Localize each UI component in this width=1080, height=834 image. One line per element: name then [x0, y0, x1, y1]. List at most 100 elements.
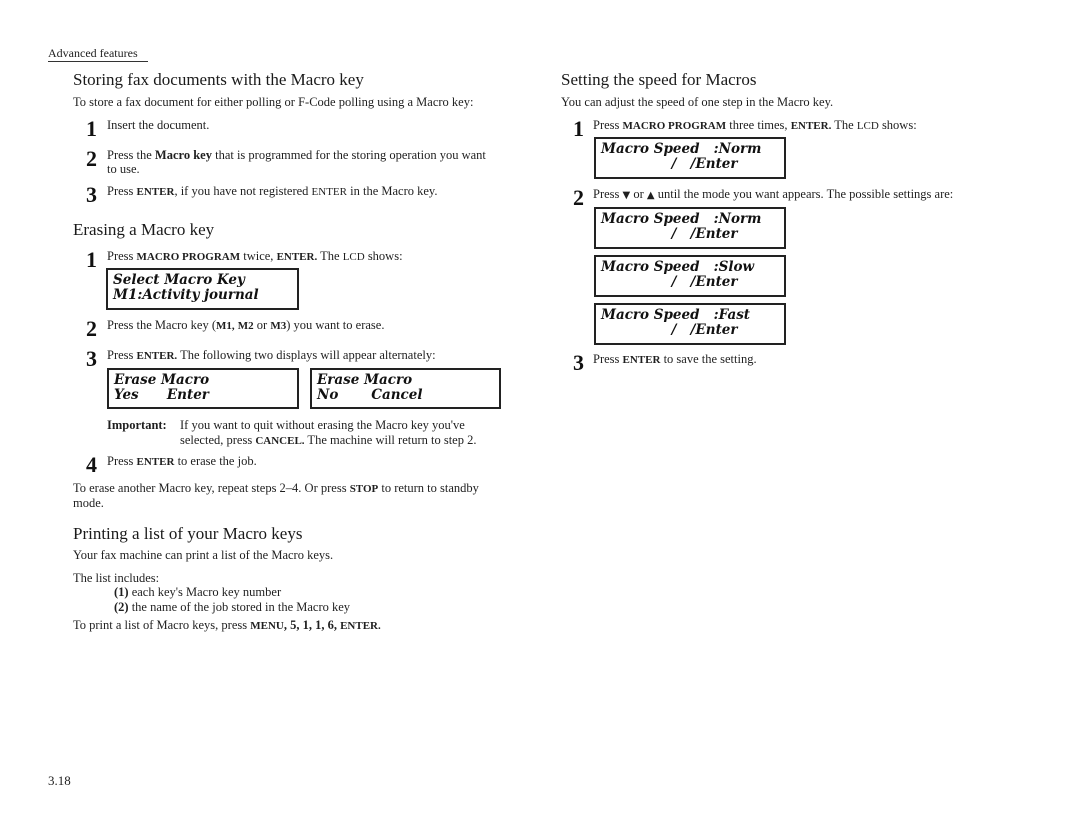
key-menu: MENU: [250, 620, 284, 632]
step-number: 4: [86, 452, 97, 477]
storing-intro: To store a fax document for either polli…: [73, 95, 474, 109]
text: Press: [593, 118, 623, 132]
key-m3: M3: [270, 320, 287, 332]
lcd-line-1: Macro Speed :Slow: [601, 259, 755, 275]
key-macro-program: MACRO PROGRAM: [622, 120, 727, 132]
lcd-line-2: / /Enter: [601, 156, 738, 172]
key-sequence: , 5, 1, 1, 6,: [283, 618, 341, 632]
text: three times,: [726, 118, 791, 132]
erasing-step-4: Press ENTER to erase the job.: [107, 454, 257, 470]
speed-step-3: Press ENTER to save the setting.: [593, 352, 757, 368]
erasing-step-3: Press ENTER. The following two displays …: [107, 348, 436, 364]
step-number: 3: [573, 350, 584, 375]
section-title-erasing: Erasing a Macro key: [73, 220, 215, 239]
text: to return to standby: [378, 481, 479, 495]
storing-step-1: Insert the document.: [107, 118, 210, 132]
text: to erase the job.: [174, 454, 257, 468]
lcd-display-select-macro: Select Macro Key M1:Activity journal: [106, 268, 299, 310]
lcd-line-1: Macro Speed :Norm: [601, 211, 762, 227]
lcd-line-1: Macro Speed :Norm: [601, 141, 762, 157]
step-number: 1: [86, 116, 97, 141]
text: The following two displays will appear a…: [177, 348, 436, 362]
text: or: [630, 187, 647, 201]
list-number: (2): [114, 600, 129, 614]
up-arrow-icon: ▲: [646, 190, 655, 201]
lcd-line-1: Erase Macro: [317, 372, 413, 388]
speed-step-1: Press MACRO PROGRAM three times, ENTER. …: [593, 118, 917, 134]
text: To erase another Macro key, repeat steps…: [73, 481, 350, 495]
important-text-1: If you want to quit without erasing the …: [180, 418, 465, 432]
text: the name of the job stored in the Macro …: [128, 600, 351, 614]
section-title-printing: Printing a list of your Macro keys: [73, 524, 303, 543]
lcd-line-2: / /Enter: [601, 274, 738, 290]
text: Press: [107, 249, 137, 263]
key-macro-program: MACRO PROGRAM: [136, 251, 241, 263]
text: until the mode you want appears. The pos…: [654, 187, 954, 201]
speed-intro: You can adjust the speed of one step in …: [561, 95, 834, 109]
text: The: [317, 249, 343, 263]
speed-step-2: Press ▼ or ▲ until the mode you want app…: [593, 187, 953, 203]
key-stop: STOP: [349, 483, 379, 495]
lcd-line-1: Macro Speed :Fast: [601, 307, 751, 323]
section-title-storing: Storing fax documents with the Macro key: [73, 70, 364, 89]
lcd-line-2: Yes Enter: [114, 387, 209, 403]
printing-list-item: (1) each key's Macro key number: [114, 585, 281, 600]
lcd-line-2: / /Enter: [601, 322, 738, 338]
important-text-2: selected, press CANCEL. The machine will…: [180, 433, 476, 449]
step-number: 1: [86, 247, 97, 272]
printing-list-item: (2) the name of the job stored in the Ma…: [114, 600, 350, 615]
important-label: Important:: [107, 418, 167, 432]
step-number: 3: [86, 182, 97, 207]
lcd-line-2: / /Enter: [601, 226, 738, 242]
erasing-outro-cont: mode.: [73, 496, 104, 510]
running-header: Advanced features: [48, 46, 138, 60]
storing-step-2: Press the Macro key that is programmed f…: [107, 148, 486, 163]
erasing-step-2: Press the Macro key (M1, M2 or M3) you w…: [107, 318, 384, 334]
printing-list-intro: The list includes:: [73, 571, 160, 585]
header-rule: [48, 61, 148, 62]
text: Press: [107, 184, 137, 198]
lcd-line-2: No Cancel: [317, 387, 423, 403]
printing-intro: Your fax machine can print a list of the…: [73, 548, 334, 562]
lcd-display-speed-initial: Macro Speed :Norm / /Enter: [594, 137, 786, 179]
text: shows:: [364, 249, 403, 263]
section-title-speed: Setting the speed for Macros: [561, 70, 757, 89]
key-enter: ENTER: [136, 456, 175, 468]
key-m1: M1,: [216, 320, 235, 332]
text: Press: [593, 352, 623, 366]
storing-step-2-cont: to use.: [107, 162, 140, 176]
key-m2: M2: [237, 320, 254, 332]
printing-outro: To print a list of Macro keys, press MEN…: [73, 618, 381, 634]
lcd-term: LCD: [856, 120, 879, 132]
text: selected, press: [180, 433, 256, 447]
text: To print a list of Macro keys, press: [73, 618, 251, 632]
lcd-line-1: Select Macro Key: [113, 272, 245, 288]
lcd-display-speed-norm: Macro Speed :Norm / /Enter: [594, 207, 786, 249]
text: Press: [593, 187, 623, 201]
text: that is programmed for the storing opera…: [211, 148, 486, 162]
text: Press: [107, 454, 137, 468]
text: in the Macro key.: [347, 184, 438, 198]
lcd-display-speed-fast: Macro Speed :Fast / /Enter: [594, 303, 786, 345]
lcd-display-erase-no: Erase Macro No Cancel: [310, 368, 501, 409]
text: Press the Macro key (: [107, 318, 216, 332]
step-number: 3: [86, 346, 97, 371]
text: Press: [107, 348, 137, 362]
list-number: (1): [114, 585, 129, 599]
text: each key's Macro key number: [128, 585, 282, 599]
lcd-term: LCD: [342, 251, 365, 263]
text: to save the setting.: [660, 352, 757, 366]
step-number: 1: [573, 116, 584, 141]
step-number: 2: [86, 146, 97, 171]
key-enter: ENTER: [622, 354, 661, 366]
text: or: [253, 318, 271, 332]
lcd-display-speed-slow: Macro Speed :Slow / /Enter: [594, 255, 786, 297]
storing-step-3: Press ENTER, if you have not registered …: [107, 184, 437, 200]
text: shows:: [878, 118, 917, 132]
key-enter: ENTER: [311, 186, 347, 198]
key-enter: ENTER.: [136, 350, 178, 362]
page-number: 3.18: [48, 773, 71, 788]
text: Press the: [107, 148, 155, 162]
erasing-step-1: Press MACRO PROGRAM twice, ENTER. The LC…: [107, 249, 403, 265]
erasing-outro: To erase another Macro key, repeat steps…: [73, 481, 479, 497]
